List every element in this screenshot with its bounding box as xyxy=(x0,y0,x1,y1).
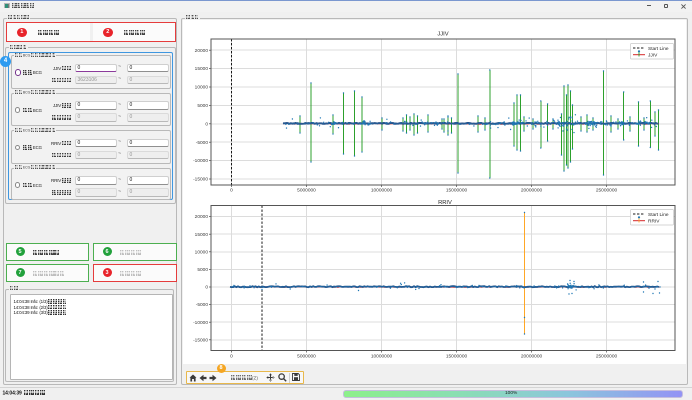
svg-text:-5000: -5000 xyxy=(196,140,209,146)
svg-text:5000000: 5000000 xyxy=(297,188,316,194)
svg-text:15000000: 15000000 xyxy=(446,188,468,194)
svg-text:15000: 15000 xyxy=(195,232,209,238)
svg-text:15000: 15000 xyxy=(195,66,209,72)
svg-text:25000000: 25000000 xyxy=(596,188,618,194)
svg-text:JJIV: JJIV xyxy=(648,53,658,59)
svg-text:5000: 5000 xyxy=(197,267,208,273)
svg-text:5000: 5000 xyxy=(197,103,208,109)
svg-text:20000000: 20000000 xyxy=(521,188,543,194)
svg-text:0: 0 xyxy=(230,354,233,360)
svg-text:Start Line: Start Line xyxy=(648,46,669,52)
svg-text:-10000: -10000 xyxy=(193,158,208,164)
svg-text:RRIV: RRIV xyxy=(648,219,660,225)
svg-text:10000000: 10000000 xyxy=(371,188,393,194)
svg-text:10000: 10000 xyxy=(195,85,209,91)
svg-text:10000000: 10000000 xyxy=(371,354,393,360)
svg-text:-5000: -5000 xyxy=(196,302,209,308)
svg-text:Start Line: Start Line xyxy=(648,212,669,218)
svg-text:25000000: 25000000 xyxy=(596,354,618,360)
svg-text:10000: 10000 xyxy=(195,249,209,255)
svg-text:15000000: 15000000 xyxy=(446,354,468,360)
svg-text:0: 0 xyxy=(205,121,208,127)
svg-text:-15000: -15000 xyxy=(193,337,208,343)
svg-text:20000000: 20000000 xyxy=(521,354,543,360)
svg-text:JJIV: JJIV xyxy=(437,32,448,38)
svg-text:-10000: -10000 xyxy=(193,320,208,326)
svg-text:5000000: 5000000 xyxy=(297,354,316,360)
svg-text:-15000: -15000 xyxy=(193,177,208,183)
svg-text:20000: 20000 xyxy=(195,48,209,54)
svg-text:20000: 20000 xyxy=(195,214,209,220)
svg-text:0: 0 xyxy=(230,188,233,194)
svg-text:0: 0 xyxy=(205,285,208,291)
